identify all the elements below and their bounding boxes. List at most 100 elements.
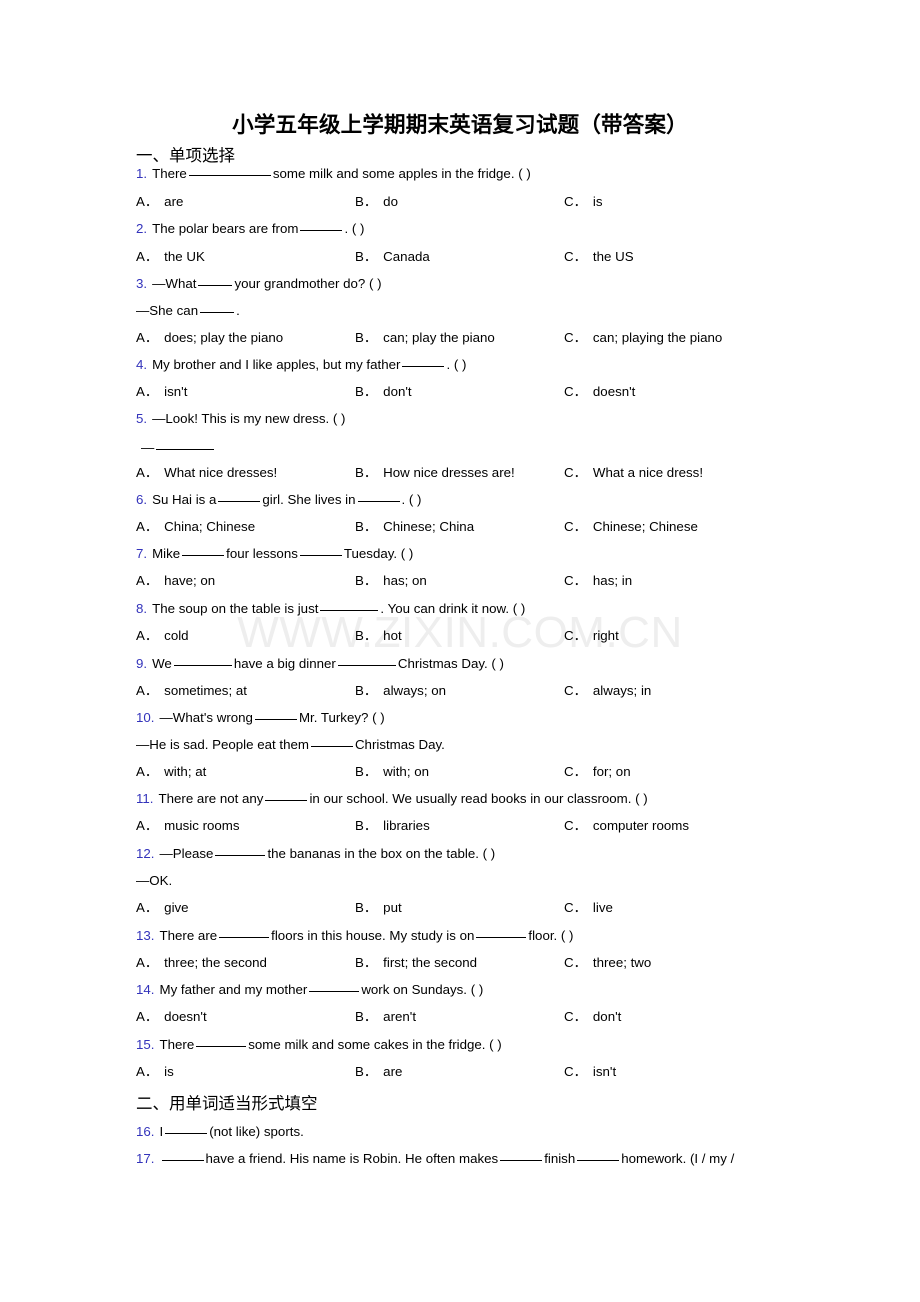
option-6-B[interactable]: B． Chinese; China — [355, 519, 474, 534]
option-11-B[interactable]: B． libraries — [355, 818, 430, 833]
option-14-C[interactable]: C． don't — [564, 1009, 621, 1024]
question-text-6a: Su Hai is a — [152, 492, 217, 507]
option-1-A[interactable]: A． are — [136, 194, 183, 209]
question-text-8b: . You can drink it now. ( ) — [380, 601, 526, 616]
answer-blank — [337, 665, 396, 666]
question-text-8a: The soup on the table is just — [152, 601, 319, 616]
option-text: always; on — [383, 683, 446, 698]
option-10-A[interactable]: A． with; at — [136, 764, 206, 779]
question-text-12b: the bananas in the box on the table. ( ) — [267, 846, 496, 861]
option-text: music rooms — [164, 818, 240, 833]
answer-blank — [476, 937, 527, 938]
option-6-A[interactable]: A． China; Chinese — [136, 519, 255, 534]
option-text: Canada — [383, 249, 430, 264]
option-12-B[interactable]: B． put — [355, 900, 402, 915]
option-15-C[interactable]: C． isn't — [564, 1064, 616, 1079]
option-text: are — [383, 1064, 403, 1079]
option-8-B[interactable]: B． hot — [355, 628, 402, 643]
question-number-4: 4. — [136, 357, 148, 372]
option-13-C[interactable]: C． three; two — [564, 955, 651, 970]
option-5-A[interactable]: A． What nice dresses! — [136, 465, 277, 480]
option-label: B． — [355, 519, 378, 534]
option-label: C． — [564, 384, 587, 399]
answer-blank — [265, 800, 308, 801]
option-5-B[interactable]: B． How nice dresses are! — [355, 465, 515, 480]
question-number-6: 6. — [136, 492, 148, 507]
question-text-1b: some milk and some apples in the fridge.… — [272, 166, 531, 181]
option-2-B[interactable]: B． Canada — [355, 249, 430, 264]
option-10-B[interactable]: B． with; on — [355, 764, 429, 779]
question-text-10d: Christmas Day. — [354, 737, 445, 752]
answer-blank — [299, 555, 342, 556]
option-2-C[interactable]: C． the US — [564, 249, 634, 264]
option-15-B[interactable]: B． are — [355, 1064, 402, 1079]
question-text-17b: have a friend. His name is Robin. He oft… — [205, 1151, 499, 1166]
option-12-C[interactable]: C． live — [564, 900, 613, 915]
option-1-B[interactable]: B． do — [355, 194, 398, 209]
option-label: A． — [136, 249, 159, 264]
option-text: right — [592, 628, 619, 643]
question-text-17d: homework. (I / my / — [621, 1151, 735, 1166]
option-label: C． — [564, 900, 587, 915]
option-14-A[interactable]: A． doesn't — [136, 1009, 207, 1024]
option-4-C[interactable]: C． doesn't — [564, 384, 635, 399]
question-stem-15: 15. There some milk and some cakes in the … — [136, 1037, 502, 1052]
option-11-A[interactable]: A． music rooms — [136, 818, 240, 833]
question-text-3b: your grandmother do? ( ) — [234, 276, 382, 291]
option-7-A[interactable]: A． have; on — [136, 573, 215, 588]
option-7-C[interactable]: C． has; in — [564, 573, 632, 588]
option-13-B[interactable]: B． first; the second — [355, 955, 477, 970]
question-text-5b: — — [141, 440, 155, 455]
question-number-17: 17. — [136, 1151, 155, 1166]
option-12-A[interactable]: A． give — [136, 900, 189, 915]
answer-blank — [182, 555, 225, 556]
option-label: C． — [564, 249, 587, 264]
question-number-2: 2. — [136, 221, 148, 236]
option-text: live — [592, 900, 613, 915]
option-text: doesn't — [592, 384, 636, 399]
option-text: three; two — [592, 955, 652, 970]
question-number-14: 14. — [136, 982, 155, 997]
option-text: doesn't — [164, 1009, 207, 1024]
option-text: put — [383, 900, 402, 915]
option-9-A[interactable]: A． sometimes; at — [136, 683, 247, 698]
option-2-A[interactable]: A． the UK — [136, 249, 205, 264]
option-label: C． — [564, 955, 587, 970]
question-number-12: 12. — [136, 846, 155, 861]
question-text-2a: The polar bears are from — [152, 221, 299, 236]
option-text: do — [383, 194, 398, 209]
question-stem-1: 1. There some milk and some apples in the … — [136, 166, 531, 181]
option-4-A[interactable]: A． isn't — [136, 384, 187, 399]
option-4-B[interactable]: B． don't — [355, 384, 412, 399]
option-1-C[interactable]: C． is — [564, 194, 603, 209]
option-label: C． — [564, 330, 587, 345]
option-8-A[interactable]: A． cold — [136, 628, 189, 643]
option-9-C[interactable]: C． always; in — [564, 683, 651, 698]
option-14-B[interactable]: B． aren't — [355, 1009, 416, 1024]
option-text: give — [164, 900, 189, 915]
option-6-C[interactable]: C． Chinese; Chinese — [564, 519, 698, 534]
option-label: C． — [564, 683, 587, 698]
option-9-B[interactable]: B． always; on — [355, 683, 446, 698]
option-7-B[interactable]: B． has; on — [355, 573, 427, 588]
option-text: Chinese; Chinese — [592, 519, 698, 534]
question-text-3a: —What — [152, 276, 197, 291]
option-label: B． — [355, 1009, 378, 1024]
option-11-C[interactable]: C． computer rooms — [564, 818, 689, 833]
question-number-8: 8. — [136, 601, 148, 616]
question-stem-3-line2: —She can. — [136, 303, 240, 318]
option-text: don't — [592, 1009, 622, 1024]
option-13-A[interactable]: A． three; the second — [136, 955, 267, 970]
option-3-A[interactable]: A． does; play the piano — [136, 330, 283, 345]
option-label: A． — [136, 573, 159, 588]
option-3-C[interactable]: C． can; playing the piano — [564, 330, 722, 345]
option-8-C[interactable]: C． right — [564, 628, 619, 643]
option-label: C． — [564, 1064, 587, 1079]
question-stem-6: 6. Su Hai is a girl. She lives in . ( ) — [136, 492, 421, 507]
option-15-A[interactable]: A． is — [136, 1064, 174, 1079]
option-3-B[interactable]: B． can; play the piano — [355, 330, 495, 345]
option-text: have; on — [164, 573, 216, 588]
question-text-13c: floor. ( ) — [528, 928, 574, 943]
option-10-C[interactable]: C． for; on — [564, 764, 631, 779]
option-5-C[interactable]: C． What a nice dress! — [564, 465, 703, 480]
